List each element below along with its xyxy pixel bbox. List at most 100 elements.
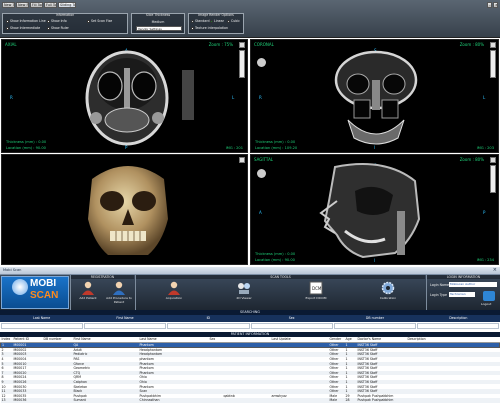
sagittal-menu-icon[interactable] [490,157,496,163]
login-title: LOGIN INFORMATION [427,275,500,279]
search-first-name-input[interactable] [84,323,167,329]
mobiscan-title-bar: Mobi Scan × [0,267,500,275]
axial-viewport[interactable]: AXIAL Zoom : 75% R A P L Thickness (mm) … [1,39,248,153]
mobiscan-logo: MOBI SCAN [1,276,69,309]
login-name-field[interactable]: Mobiscan Author [449,282,497,287]
close-button[interactable]: × [493,2,498,8]
logo-text-top: MOBI [30,278,57,289]
render-standard-radio[interactable]: Standard [191,19,210,23]
search-col-db-number: DB number [365,316,385,320]
viewer-toolbar: New Tool New Pos Fill Tool Full Tool Sli… [0,0,500,38]
coronal-img-index: IMG : 203 [476,146,494,150]
axial-orient-left: R [10,95,13,100]
volume-3d-viewport[interactable] [1,154,248,265]
information-title: Information [55,13,75,17]
option-show-info-line[interactable]: Show Information Line [6,19,46,23]
sagittal-head-thumb-icon [257,169,266,178]
add-patient-icon[interactable] [80,281,96,295]
mobiscan-title: Mobi Scan [3,268,22,272]
patient-table-container: Index Patient ID DB number First Name La… [0,337,500,415]
coronal-menu-icon[interactable] [490,42,496,48]
calibration-label[interactable]: Calibration [374,296,402,301]
texture-interp-checkbox[interactable]: Texture interpolation [191,26,228,30]
sagittal-ct-image [319,163,421,259]
search-col-description: Description [449,316,468,320]
logout-icon[interactable] [483,291,495,301]
add-procedure-icon[interactable] [111,281,127,295]
coronal-orient-left: R [259,95,262,100]
option-show-intermediate[interactable]: Show Intermediate [6,26,40,30]
coronal-orient-right: L [483,95,486,100]
option-show-ruler[interactable]: Show Ruler [47,26,69,30]
search-col-last-name: Last Name [33,316,51,320]
axial-scroll-slider[interactable] [239,50,245,78]
option-show-info[interactable]: Show Info [47,19,67,23]
full-tool-button[interactable]: Full Tool [44,2,57,8]
coronal-scroll-slider[interactable] [490,50,496,78]
coronal-location: Location (mm) : 109.20 [255,146,298,150]
slice-thickness-value: Medium [151,20,165,24]
fill-tool-button[interactable]: Fill Tool [30,2,43,8]
axial-menu-icon[interactable] [239,42,245,48]
search-col-sex: Sex [288,316,295,320]
viewer-2d-label[interactable]: 2D Viewer [230,296,258,301]
minimize-button[interactable]: – [487,2,492,8]
sliding-tool-button[interactable]: Sliding Tool [58,2,76,8]
slice-thickness-select[interactable]: Vendor Settings [136,26,182,31]
image-render-group: Image Render Options Standard Linear Cub… [188,13,244,34]
viewer-2d-icon[interactable] [236,281,252,295]
calibration-gear-icon[interactable] [380,281,396,295]
axial-thickness: Thickness (mm) : 0.00 [6,140,47,144]
window-close-icon[interactable]: × [493,267,497,273]
image-render-title: Image Render Options [198,13,234,17]
search-db-number-input[interactable] [333,323,416,329]
svg-text:DCM: DCM [312,286,322,291]
new-tool-button[interactable]: New Tool [2,2,15,8]
slice-thickness-title: Slice Thickness [145,13,171,17]
sagittal-orient-left: A [259,210,262,215]
coronal-thickness: Thickness (mm) : 0.00 [255,140,296,144]
table-row[interactable]: 13 M00036 Sumant Chinnasthan Male 28 Pushpak P… [0,398,500,403]
logout-label[interactable]: Logout [481,302,491,306]
search-id-input[interactable] [167,323,250,329]
axial-zoom: Zoom : 75% [208,42,233,47]
export-dicom-label[interactable]: Export DICOM [302,296,330,301]
search-input-row [0,322,500,330]
sagittal-label: SAGITTAL [254,157,274,162]
sagittal-scroll-slider[interactable] [490,165,496,193]
login-section: LOGIN INFORMATION Login Name Mobiscan Au… [426,275,500,310]
render-cubic-radio[interactable]: Cubic [227,19,240,23]
acquisition-icon[interactable] [166,281,182,295]
coronal-head-thumb-icon [257,58,266,67]
slice-thickness-group: Slice Thickness Medium Vendor Settings [131,13,185,34]
sagittal-thickness: Thickness (mm) : 0.00 [255,252,296,256]
login-type-label: Login Type [430,293,447,297]
mobiscan-ribbon: MOBI SCAN REGISTRATION Add Patient Add P… [0,275,500,310]
coronal-viewport[interactable]: CORONAL Zoom : 80% R S I L Thickness (mm… [250,39,499,153]
volume-menu-icon[interactable] [239,157,245,163]
sagittal-viewport[interactable]: SAGITTAL Zoom : 80% A S I P Thickness (m… [250,154,499,265]
search-description-input[interactable] [416,323,500,329]
export-dicom-icon[interactable]: DCM [308,281,324,295]
patient-table: Index Patient ID DB number First Name La… [0,337,500,403]
search-col-id: ID [206,316,211,320]
login-name-label: Login Name [430,283,450,287]
search-col-first-name: First Name [116,316,134,320]
coronal-ct-image [334,50,418,145]
render-linear-radio[interactable]: Linear [210,19,224,23]
axial-side-marker [182,70,194,120]
add-procedure-label[interactable]: Add Procedure to Patient [105,296,133,304]
search-last-name-input[interactable] [1,323,84,329]
add-patient-label[interactable]: Add Patient [74,296,102,301]
login-type-field[interactable]: Technician [449,292,475,297]
axial-orient-right: L [232,95,235,100]
axial-img-index: IMG : 201 [225,146,243,150]
option-scan-fixe[interactable]: Set Scan Fixe [87,19,112,23]
logo-text-bottom: SCAN [30,290,59,301]
new-pos-button[interactable]: New Pos [16,2,29,8]
acquisition-label[interactable]: Acquisition [160,296,188,301]
search-sex-input[interactable] [250,323,333,329]
axial-ct-image [85,50,169,146]
sagittal-location: Location (mm) : 90.00 [255,258,295,262]
information-group: Information Show Information Line Show I… [2,13,128,34]
